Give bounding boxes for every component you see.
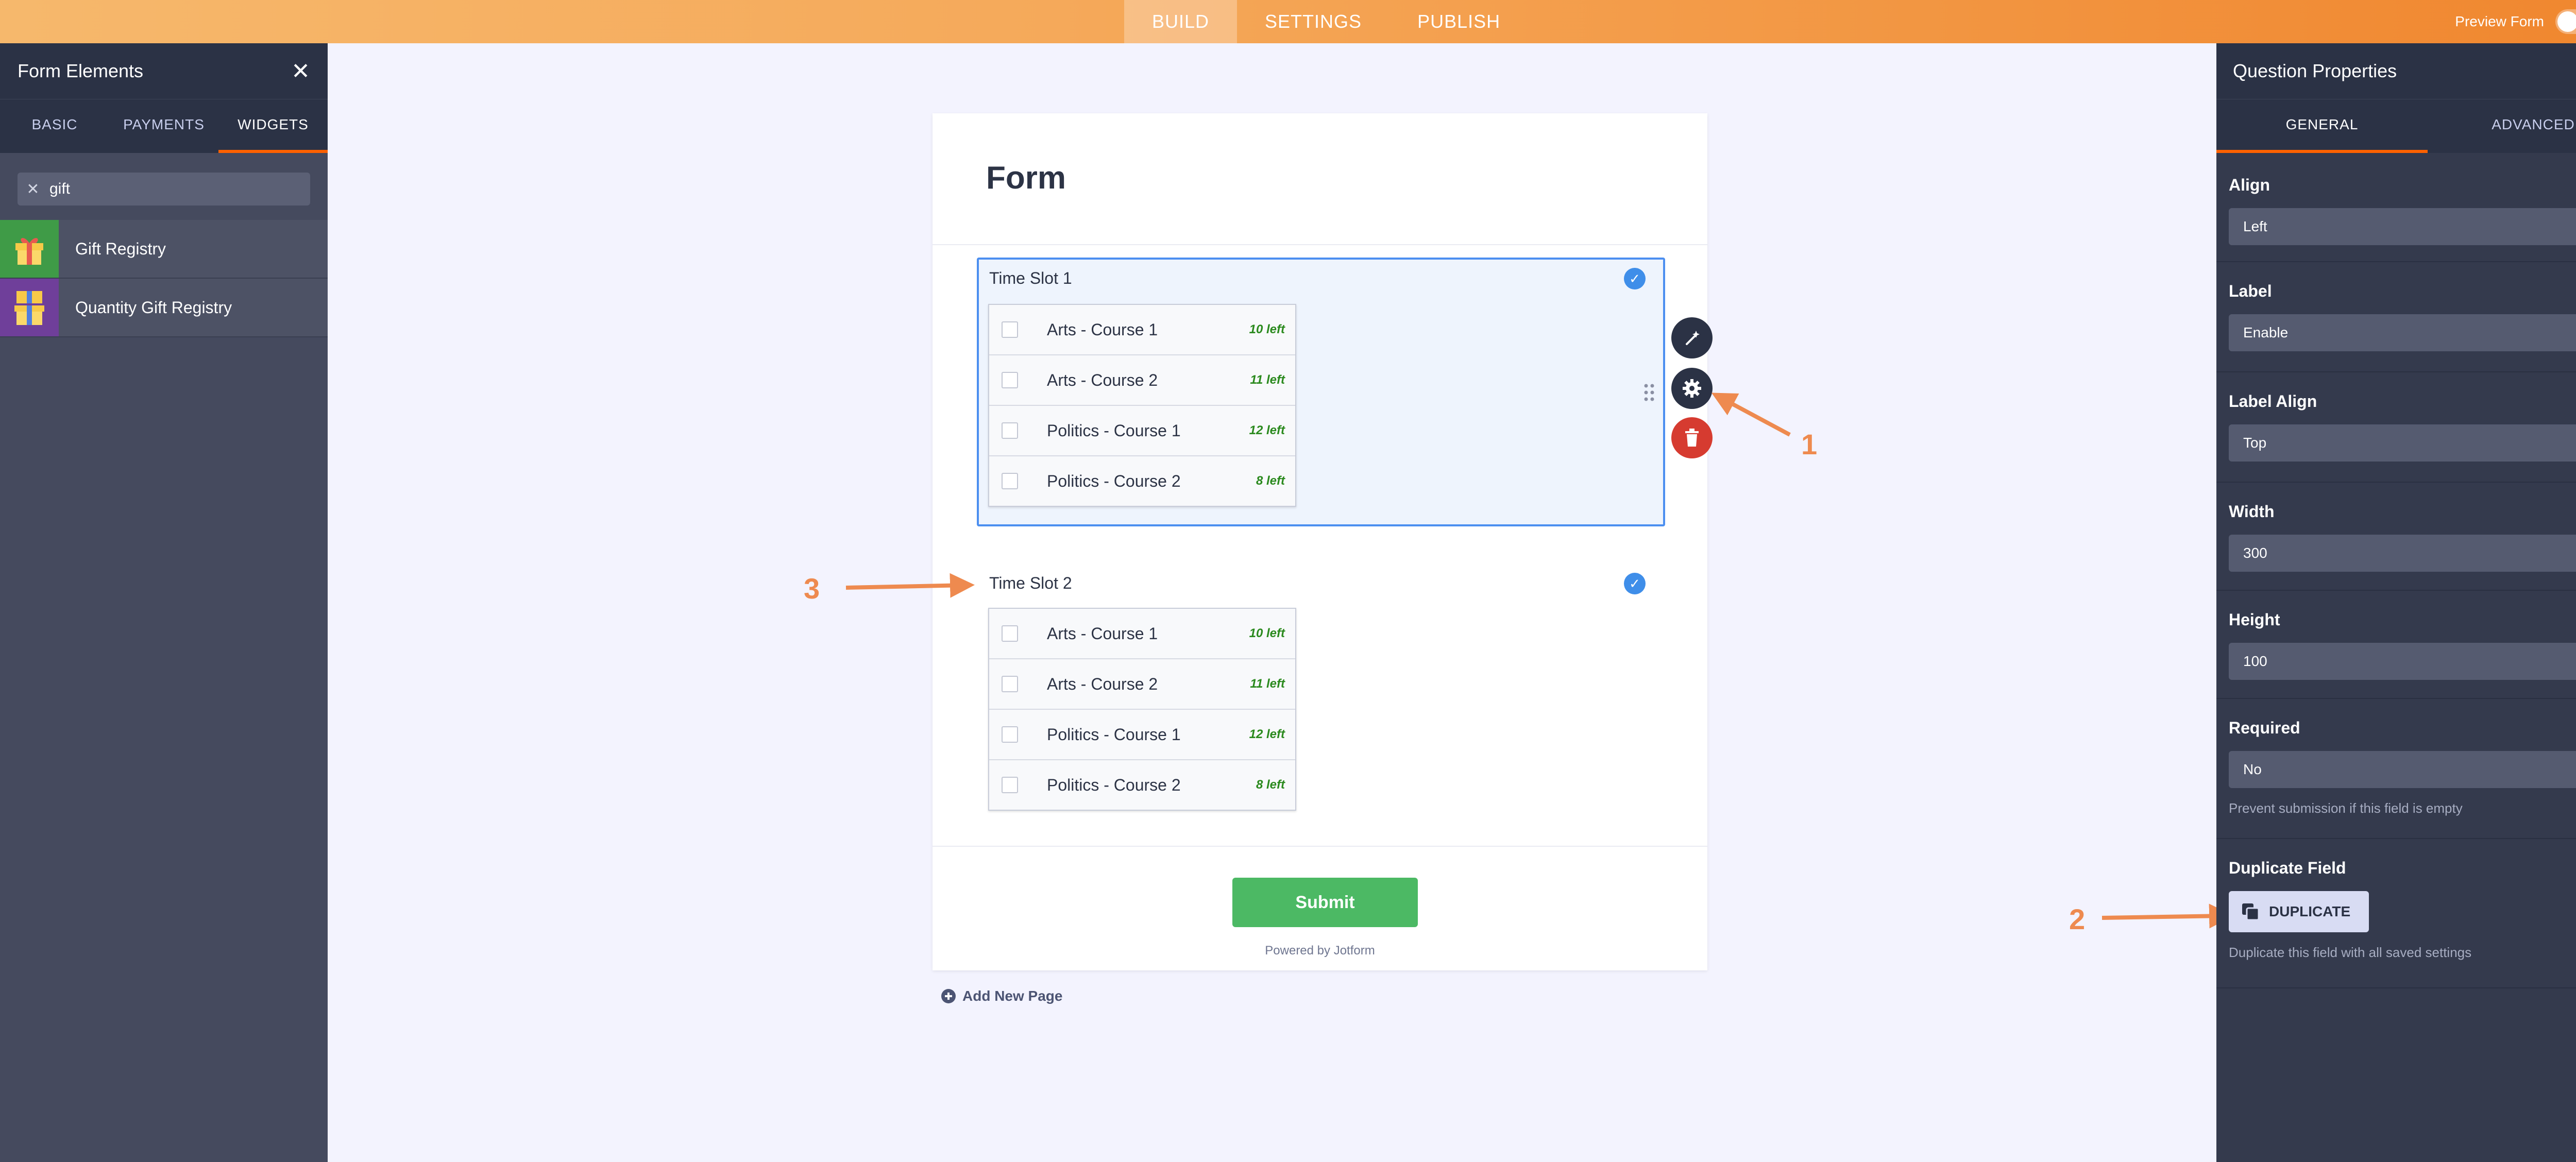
duplicate-button[interactable]: DUPLICATE [2229, 891, 2369, 932]
tab-advanced[interactable]: ADVANCED [2428, 99, 2576, 153]
height-input[interactable] [2229, 643, 2576, 680]
width-property: Width [2216, 483, 2576, 591]
selected-value: No [2243, 761, 2262, 777]
property-label: Label Align [2229, 392, 2317, 411]
annotation-arrows [845, 392, 2234, 929]
duplicate-button-label: DUPLICATE [2269, 903, 2351, 919]
panel-title: Question Properties [2233, 60, 2397, 81]
label-align-select[interactable]: Top⌄ [2229, 424, 2576, 462]
annotation-arrow-2 [2102, 903, 2234, 929]
properties-header: Question Properties ✕ [2216, 43, 2576, 99]
annotation-number-2: 2 [2069, 903, 2086, 935]
tab-general[interactable]: GENERAL [2216, 99, 2428, 153]
required-hint: Prevent submission if this field is empt… [2229, 800, 2463, 816]
properties-tabs: GENERAL ADVANCED [2216, 99, 2576, 153]
duplicate-hint: Duplicate this field with all saved sett… [2229, 945, 2472, 960]
property-label: Width [2229, 502, 2275, 521]
annotation-number-3: 3 [804, 572, 820, 605]
annotation-arrow-3 [845, 573, 975, 598]
label-select[interactable]: Enable⌄ [2229, 314, 2576, 351]
align-select[interactable]: Left⌄ [2229, 208, 2576, 245]
property-label: Label [2229, 282, 2272, 300]
duplicate-property: Duplicate Field DUPLICATE Duplicate this… [2216, 839, 2576, 988]
property-label: Duplicate Field [2229, 859, 2346, 877]
label-align-property: Label Align Top⌄ [2216, 372, 2576, 483]
required-property: Required No⌄ Prevent submission if this … [2216, 699, 2576, 839]
label-property: Label Enable⌄ [2216, 262, 2576, 372]
property-label: Required [2229, 719, 2300, 737]
question-properties-panel: Question Properties ✕ GENERAL ADVANCED A… [2216, 43, 2576, 1162]
selected-value: Top [2243, 435, 2267, 451]
height-property: Height [2216, 591, 2576, 699]
selected-value: Left [2243, 218, 2267, 234]
align-property: Align Left⌄ [2216, 153, 2576, 262]
selected-value: Enable [2243, 324, 2289, 340]
required-select[interactable]: No⌄ [2229, 751, 2576, 788]
copy-icon [2242, 903, 2260, 921]
property-label: Height [2229, 610, 2280, 629]
annotation-arrow-1 [1711, 392, 1791, 437]
width-input[interactable] [2229, 535, 2576, 572]
property-label: Align [2229, 176, 2270, 194]
annotation-number-1: 1 [1801, 428, 1818, 460]
